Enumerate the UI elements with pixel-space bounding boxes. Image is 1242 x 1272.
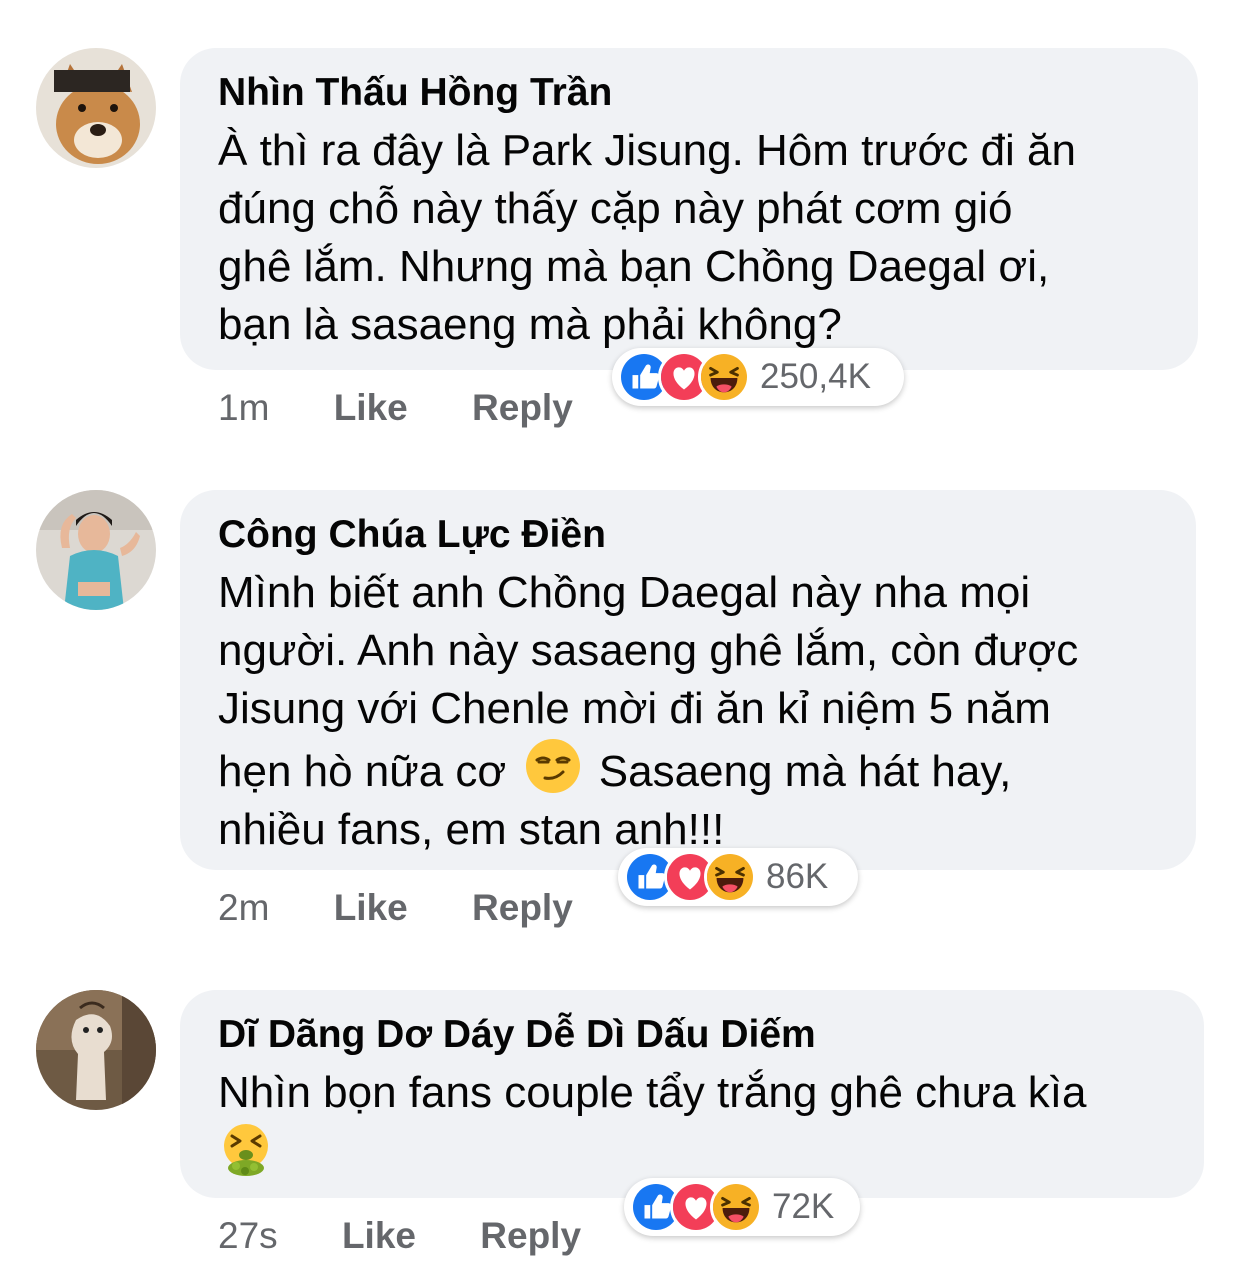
comment-actions: 2m Like Reply xyxy=(218,886,627,930)
like-button[interactable]: Like xyxy=(334,386,408,430)
haha-icon xyxy=(698,351,750,403)
avatar[interactable] xyxy=(36,48,156,168)
text-line: Mình biết anh Chồng Daegal này nha mọi xyxy=(218,568,1031,617)
text-line: ghê lắm. Nhưng mà bạn Chồng Daegal ơi, xyxy=(218,242,1050,291)
text-line xyxy=(218,1122,1164,1185)
reply-button[interactable]: Reply xyxy=(480,1214,581,1258)
reply-button[interactable]: Reply xyxy=(472,886,573,930)
text-line: đúng chỗ này thấy cặp này phát cơm gió xyxy=(218,184,1013,233)
avatar[interactable] xyxy=(36,490,156,610)
comment-actions: 27s Like Reply xyxy=(218,1214,635,1258)
comment-bubble: Dĩ Dãng Dơ Dáy Dễ Dì Dấu Diếm Nhìn bọn f… xyxy=(180,990,1204,1198)
reply-button[interactable]: Reply xyxy=(472,386,573,430)
like-button[interactable]: Like xyxy=(334,886,408,930)
comment-actions: 1m Like Reply xyxy=(218,386,627,430)
comment-text: À thì ra đây là Park Jisung. Hôm trước đ… xyxy=(218,122,1158,354)
comment-timestamp[interactable]: 2m xyxy=(218,886,269,930)
reaction-summary[interactable]: 86K xyxy=(618,848,858,906)
text-line: người. Anh này sasaeng ghê lắm, còn được xyxy=(218,626,1079,675)
comment-timestamp[interactable]: 27s xyxy=(218,1214,278,1258)
like-button[interactable]: Like xyxy=(342,1214,416,1258)
smirk-emoji xyxy=(525,738,581,794)
comment-text: Nhìn bọn fans couple tẩy trắng ghê chưa … xyxy=(218,1064,1164,1185)
comment-author[interactable]: Nhìn Thấu Hồng Trần xyxy=(218,70,1158,116)
comment-bubble: Công Chúa Lực Điền Mình biết anh Chồng D… xyxy=(180,490,1196,870)
text-line: Jisung với Chenle mời đi ăn kỉ niệm 5 nă… xyxy=(218,684,1051,733)
text-line: hẹn hò nữa cơ Sasaeng mà hát hay, xyxy=(218,738,1156,801)
text-line: À thì ra đây là Park Jisung. Hôm trước đ… xyxy=(218,126,1076,175)
text-line: bạn là sasaeng mà phải không? xyxy=(218,300,842,349)
text-segment: hẹn hò nữa cơ xyxy=(218,747,507,796)
avatar[interactable] xyxy=(36,990,156,1110)
comment-text: Mình biết anh Chồng Daegal này nha mọi n… xyxy=(218,564,1156,859)
comment-author[interactable]: Dĩ Dãng Dơ Dáy Dễ Dì Dấu Diếm xyxy=(218,1012,1164,1058)
comment-bubble: Nhìn Thấu Hồng Trần À thì ra đây là Park… xyxy=(180,48,1198,370)
text-line: Nhìn bọn fans couple tẩy trắng ghê chưa … xyxy=(218,1068,1087,1117)
reaction-count: 250,4K xyxy=(760,357,871,396)
vomiting-face-emoji xyxy=(218,1122,274,1178)
reaction-count: 72K xyxy=(772,1187,835,1226)
reaction-summary[interactable]: 250,4K xyxy=(612,348,904,406)
comment-author[interactable]: Công Chúa Lực Điền xyxy=(218,512,1156,558)
reaction-summary[interactable]: 72K xyxy=(624,1178,860,1236)
comment-timestamp[interactable]: 1m xyxy=(218,386,269,430)
text-segment: Sasaeng mà hát hay, xyxy=(598,747,1012,796)
haha-icon xyxy=(704,851,756,903)
haha-icon xyxy=(710,1181,762,1233)
reaction-count: 86K xyxy=(766,857,829,896)
